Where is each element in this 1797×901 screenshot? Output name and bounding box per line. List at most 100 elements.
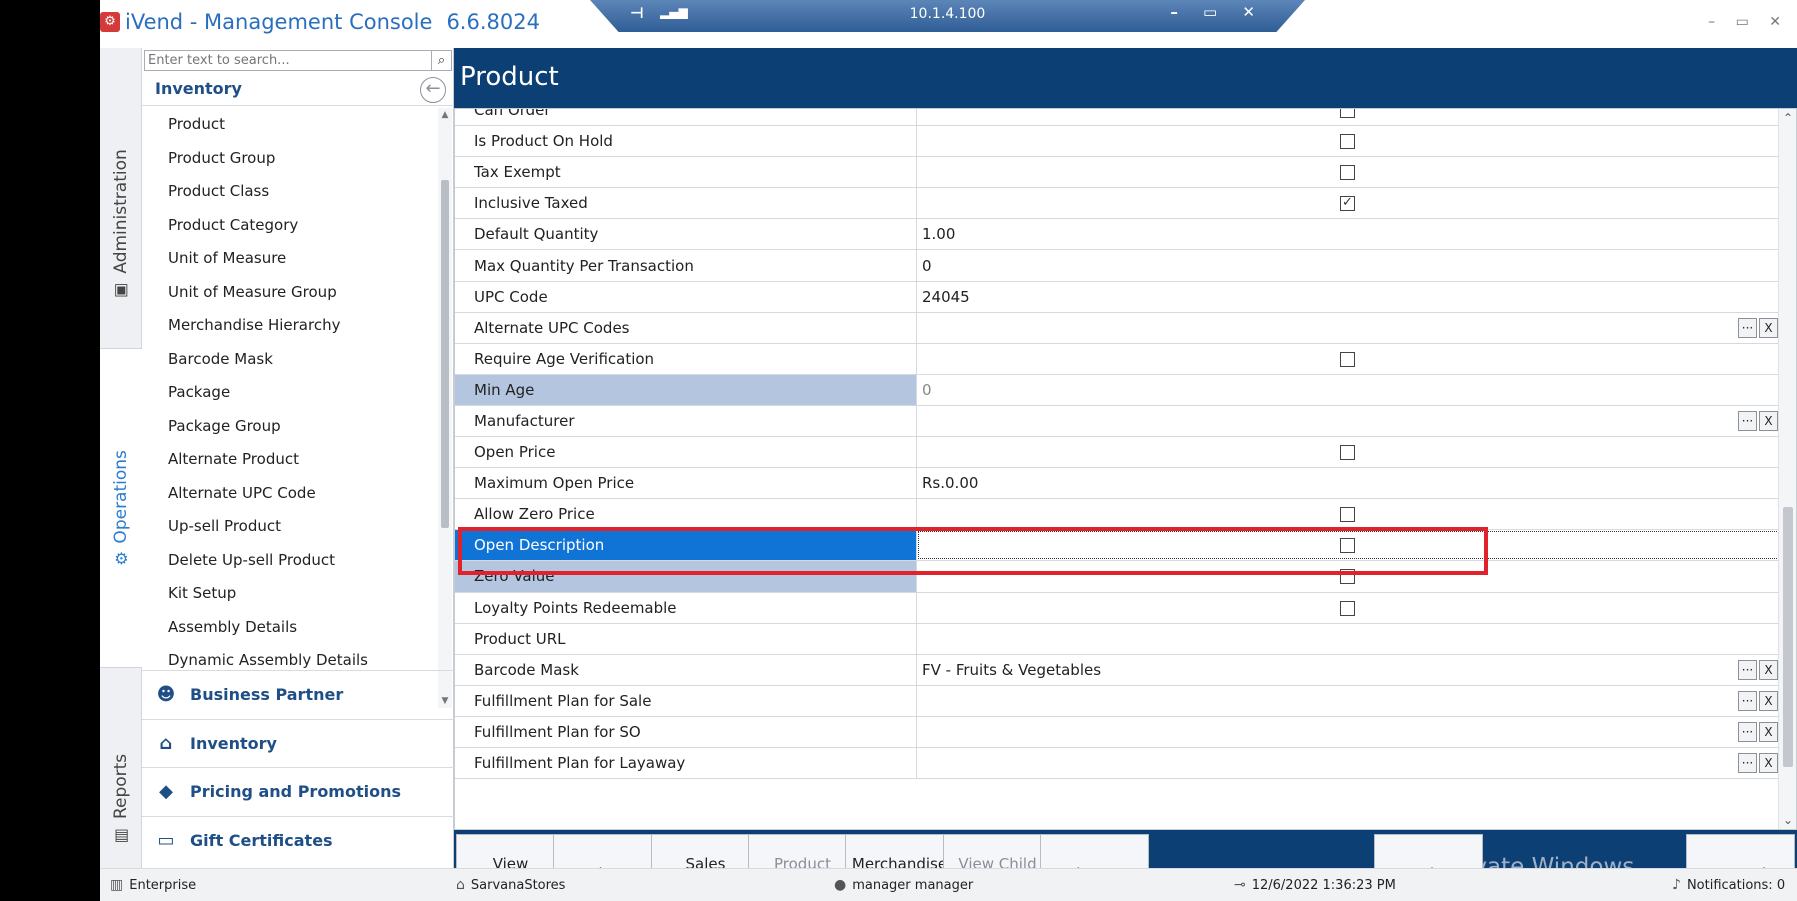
nav-item[interactable]: Alternate UPC Code xyxy=(142,477,438,511)
property-row[interactable]: Is Product On Hold xyxy=(455,126,1780,158)
tab-reports[interactable]: ▤ Reports xyxy=(100,728,142,868)
nav-item[interactable]: Unit of Measure xyxy=(142,242,438,276)
property-value[interactable]: 0 xyxy=(917,250,1780,280)
property-value[interactable] xyxy=(917,437,1780,467)
nav-item[interactable]: Product Class xyxy=(142,175,438,209)
nav-item[interactable]: Package xyxy=(142,376,438,410)
property-value[interactable] xyxy=(917,499,1780,529)
clear-button[interactable]: X xyxy=(1759,410,1778,431)
property-row[interactable]: Fulfillment Plan for Layaway ··· X xyxy=(455,747,1780,780)
checkbox[interactable] xyxy=(1340,600,1355,616)
remote-window-controls[interactable]: – ▭ ✕ xyxy=(1170,3,1265,21)
property-row[interactable]: Zero Value xyxy=(455,561,1780,593)
property-value[interactable] xyxy=(917,624,1780,654)
property-row[interactable]: Allow Zero Price xyxy=(455,499,1780,531)
property-value[interactable] xyxy=(917,593,1780,623)
tab-operations[interactable]: ⚙ Operations xyxy=(100,348,142,668)
lookup-button[interactable]: ··· xyxy=(1738,752,1757,773)
property-row[interactable]: Require Age Verification xyxy=(455,343,1780,375)
checkbox[interactable] xyxy=(1340,445,1355,461)
property-row[interactable]: Default Quantity 1.00 xyxy=(455,219,1780,251)
property-value[interactable] xyxy=(917,344,1780,374)
nav-item[interactable]: Product Group xyxy=(142,142,438,176)
nav-item[interactable]: Kit Setup xyxy=(142,577,438,611)
clear-button[interactable]: X xyxy=(1759,721,1778,742)
property-value[interactable]: ··· X xyxy=(917,717,1780,747)
lookup-button[interactable]: ··· xyxy=(1738,410,1757,431)
property-row[interactable]: Fulfillment Plan for SO ··· X xyxy=(455,716,1780,748)
nav-scrollbar[interactable]: ▲ ▼ xyxy=(438,108,452,708)
property-value[interactable]: FV - Fruits & Vegetables ··· X xyxy=(917,655,1780,685)
property-value[interactable]: 0 xyxy=(917,375,1780,405)
search-input[interactable] xyxy=(145,51,431,70)
nav-item[interactable]: Merchandise Hierarchy xyxy=(142,309,438,343)
property-row[interactable]: Can Order xyxy=(455,109,1780,127)
lookup-button[interactable]: ··· xyxy=(1738,317,1757,338)
nav-scroll-thumb[interactable] xyxy=(441,180,449,528)
back-arrow-icon[interactable]: ← xyxy=(420,77,446,103)
lookup-button[interactable]: ··· xyxy=(1738,690,1757,711)
checked-checkbox[interactable]: ✓ xyxy=(1340,196,1355,212)
property-row[interactable]: Loyalty Points Redeemable xyxy=(455,592,1780,624)
property-value[interactable]: ··· X xyxy=(917,748,1780,778)
grid-scroll-thumb[interactable] xyxy=(1783,507,1793,767)
property-row[interactable]: Open Price xyxy=(455,437,1780,469)
status-notifications[interactable]: Notifications: 0 xyxy=(1687,878,1785,893)
module-business-partner[interactable]: ☻ Business Partner xyxy=(142,670,454,719)
property-row[interactable]: Alternate UPC Codes ··· X xyxy=(455,312,1780,344)
nav-item[interactable]: Product Category xyxy=(142,209,438,243)
search-icon[interactable]: ⌕ xyxy=(431,51,451,70)
nav-item[interactable]: Assembly Details xyxy=(142,611,438,645)
property-row[interactable]: Barcode Mask FV - Fruits & Vegetables ··· X xyxy=(455,654,1780,686)
property-value[interactable] xyxy=(917,126,1780,156)
nav-item[interactable]: Delete Up-sell Product xyxy=(142,544,438,578)
checkbox[interactable] xyxy=(1340,351,1355,367)
nav-item[interactable]: Product xyxy=(142,108,438,142)
checkbox[interactable] xyxy=(1340,109,1355,118)
property-row[interactable]: Min Age 0 xyxy=(455,374,1780,406)
scroll-down-icon[interactable]: ⌄ xyxy=(1779,813,1796,827)
property-row[interactable]: Max Quantity Per Transaction 0 xyxy=(455,250,1780,282)
property-row[interactable]: Product URL xyxy=(455,623,1780,655)
clear-button[interactable]: X xyxy=(1759,690,1778,711)
property-value[interactable]: Rs.0.00 xyxy=(917,468,1780,498)
nav-item[interactable]: Unit of Measure Group xyxy=(142,276,438,310)
property-value[interactable]: 1.00 xyxy=(917,219,1780,249)
property-value[interactable] xyxy=(917,530,1780,560)
lookup-button[interactable]: ··· xyxy=(1738,659,1757,680)
property-row[interactable]: Tax Exempt xyxy=(455,157,1780,189)
window-controls[interactable]: – ▭ ✕ xyxy=(1708,14,1789,30)
property-row[interactable]: UPC Code 24045 xyxy=(455,281,1780,313)
tab-administration[interactable]: ▣ Administration xyxy=(100,88,142,358)
nav-item[interactable]: Barcode Mask xyxy=(142,343,438,377)
nav-item[interactable]: Up-sell Product xyxy=(142,510,438,544)
lookup-button[interactable]: ··· xyxy=(1738,721,1757,742)
nav-item[interactable]: Alternate Product xyxy=(142,443,438,477)
property-row[interactable]: Maximum Open Price Rs.0.00 xyxy=(455,468,1780,500)
property-value[interactable]: ··· X xyxy=(917,313,1780,343)
scroll-up-icon[interactable]: ⌃ xyxy=(1779,111,1796,125)
property-row[interactable]: Manufacturer ··· X xyxy=(455,405,1780,438)
property-value[interactable] xyxy=(917,561,1780,591)
property-value[interactable]: ··· X xyxy=(917,686,1780,716)
checkbox[interactable] xyxy=(1340,165,1355,181)
module-inventory[interactable]: ⌂ Inventory xyxy=(142,718,454,768)
checkbox[interactable] xyxy=(1340,134,1355,150)
module-gift-certificates[interactable]: ▭ Gift Certificates xyxy=(142,815,454,865)
property-row[interactable]: Open Description xyxy=(455,530,1780,562)
property-value[interactable]: ✓ xyxy=(917,188,1780,218)
module-pricing-and-promotions[interactable]: ◆ Pricing and Promotions xyxy=(142,767,454,816)
grid-scrollbar[interactable]: ⌃ ⌄ xyxy=(1778,109,1796,829)
nav-item[interactable]: Package Group xyxy=(142,410,438,444)
clear-button[interactable]: X xyxy=(1759,752,1778,773)
property-row[interactable]: Inclusive Taxed ✓ xyxy=(455,188,1780,220)
property-value[interactable]: ··· X xyxy=(917,406,1780,436)
scroll-up-icon[interactable]: ▲ xyxy=(438,110,452,120)
property-value[interactable] xyxy=(917,157,1780,187)
property-value[interactable] xyxy=(917,109,1780,125)
clear-button[interactable]: X xyxy=(1759,659,1778,680)
checkbox[interactable] xyxy=(1340,538,1355,554)
property-value[interactable]: 24045 xyxy=(917,282,1780,312)
clear-button[interactable]: X xyxy=(1759,317,1778,338)
checkbox[interactable] xyxy=(1340,569,1355,585)
